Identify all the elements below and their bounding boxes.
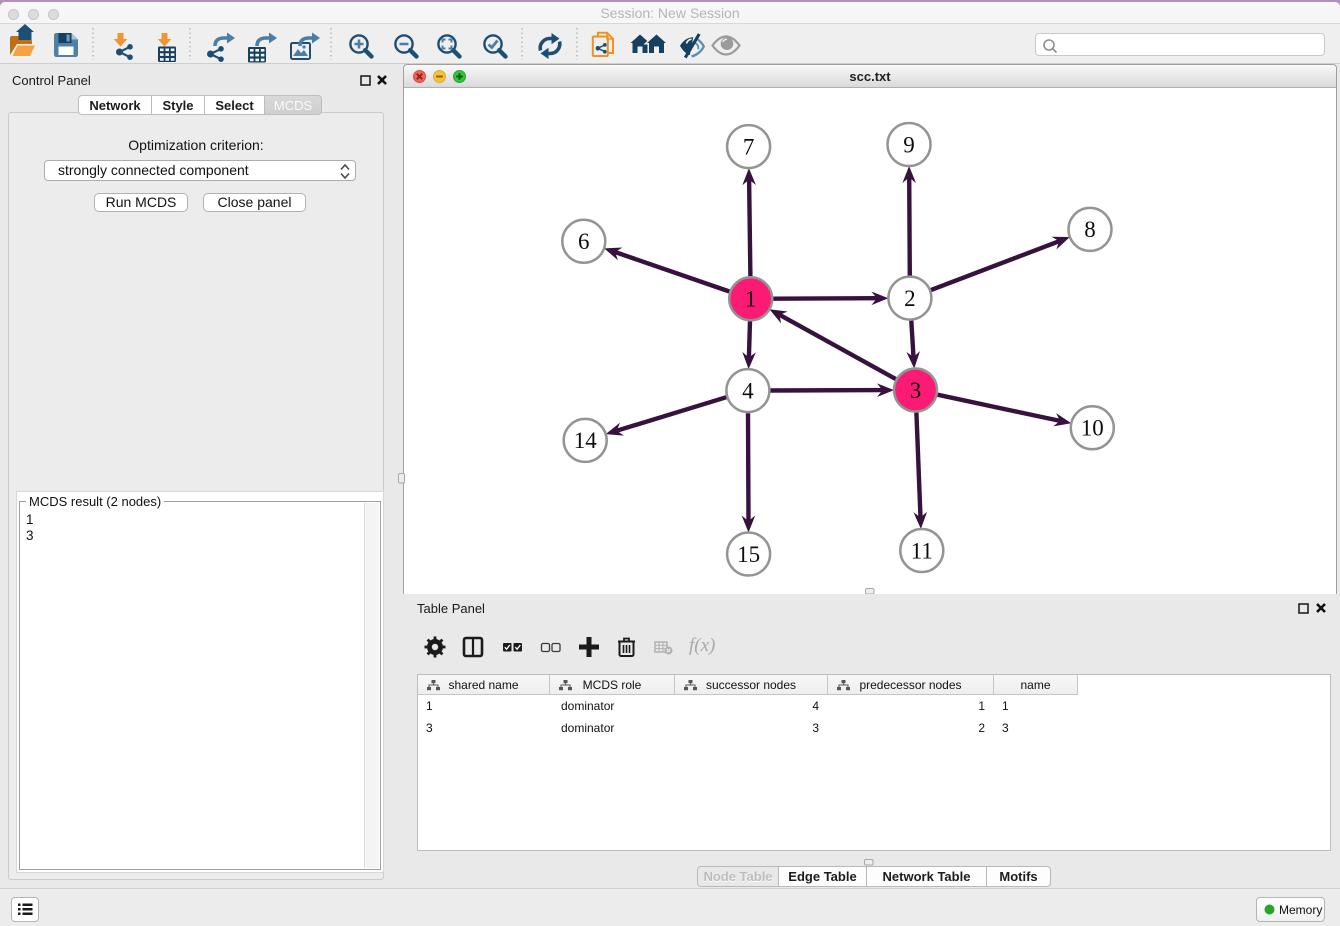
svg-text:2: 2 bbox=[904, 286, 916, 311]
svg-text:7: 7 bbox=[743, 134, 755, 159]
svg-text:8: 8 bbox=[1084, 217, 1096, 242]
svg-text:1: 1 bbox=[745, 287, 757, 312]
svg-text:4: 4 bbox=[742, 378, 754, 403]
svg-text:9: 9 bbox=[903, 132, 915, 157]
svg-text:6: 6 bbox=[578, 229, 590, 254]
svg-text:3: 3 bbox=[910, 378, 922, 403]
svg-text:10: 10 bbox=[1081, 416, 1104, 441]
svg-text:11: 11 bbox=[911, 538, 933, 563]
svg-text:14: 14 bbox=[574, 428, 598, 453]
svg-text:15: 15 bbox=[737, 542, 760, 567]
